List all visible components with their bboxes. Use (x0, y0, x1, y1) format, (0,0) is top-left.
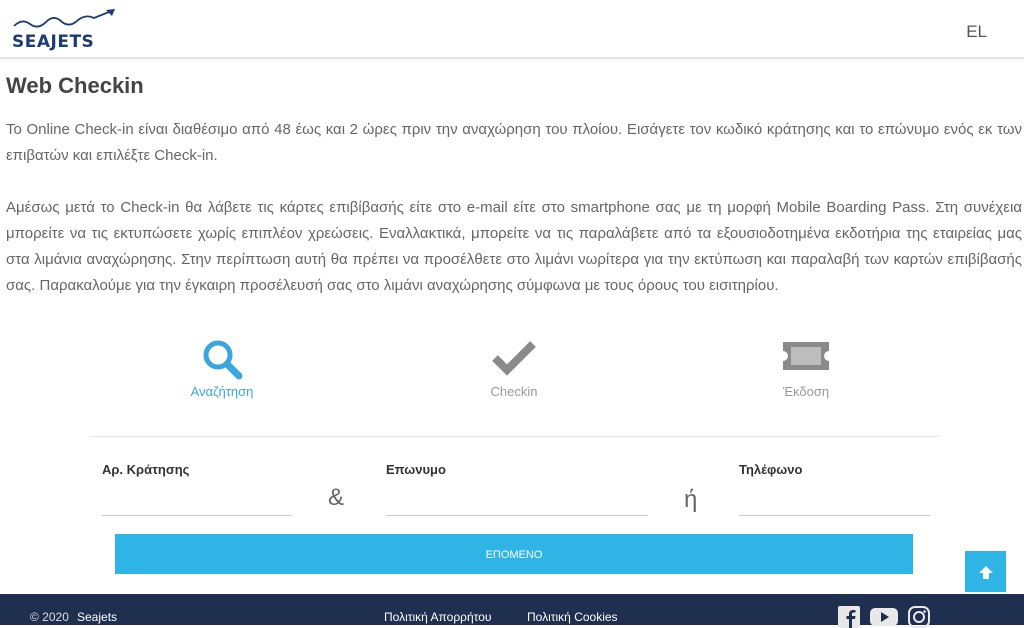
company-link[interactable]: Seajets (77, 610, 117, 624)
step-issue[interactable]: Έκδοση (726, 338, 886, 399)
booking-field: Αρ. Κράτησης (102, 462, 292, 516)
phone-input[interactable] (739, 483, 930, 516)
and-separator: & (328, 484, 345, 511)
step-search-label: Αναζήτηση (190, 384, 254, 399)
surname-field: Επωνυμο (386, 462, 648, 516)
check-icon (492, 341, 536, 376)
copyright-text: © 2020 (30, 610, 69, 624)
next-button[interactable]: ΕΠΟΜΕΝΟ (115, 534, 913, 574)
step-checkin-label: Checkin (490, 384, 538, 399)
phone-field: Τηλέφωνο (739, 462, 930, 516)
or-separator: ή (684, 486, 698, 513)
arrow-up-icon (978, 565, 993, 579)
surname-label: Επωνυμο (386, 462, 446, 477)
language-switcher[interactable]: EL (966, 22, 987, 42)
privacy-policy-link[interactable]: Πολιτική Απορρήτου (384, 610, 491, 624)
site-header: SEAJETS EL (0, 0, 1024, 58)
step-checkin[interactable]: Checkin (434, 338, 594, 399)
info-paragraph: Αμέσως μετά το Check-in θα λάβετε τις κά… (6, 199, 1022, 294)
step-issue-label: Έκδοση (782, 384, 830, 399)
booking-label: Αρ. Κράτησης (102, 462, 190, 477)
ticket-icon (783, 342, 829, 370)
scroll-to-top-button[interactable] (965, 551, 1006, 592)
step-search[interactable]: Αναζήτηση (142, 338, 302, 399)
phone-label: Τηλέφωνο (739, 462, 803, 477)
site-footer: © 2020 Seajets Πολιτική Απορρήτου Πολιτι… (0, 594, 1024, 628)
logo-wave-icon (13, 9, 115, 28)
seajets-logo[interactable]: SEAJETS (12, 8, 118, 52)
cookies-policy-link[interactable]: Πολιτική Cookies (527, 610, 618, 624)
surname-input[interactable] (386, 483, 648, 516)
logo-text: SEAJETS (12, 32, 95, 52)
search-icon (203, 340, 243, 380)
booking-number-input[interactable] (102, 483, 292, 516)
checkin-steps: Αναζήτηση Checkin Έκδοση (0, 338, 1024, 408)
intro-paragraph: Το Online Check-in είναι διαθέσιμο από 4… (6, 121, 1022, 164)
page-title: Web Checkin (6, 73, 144, 98)
form-divider (89, 436, 939, 437)
